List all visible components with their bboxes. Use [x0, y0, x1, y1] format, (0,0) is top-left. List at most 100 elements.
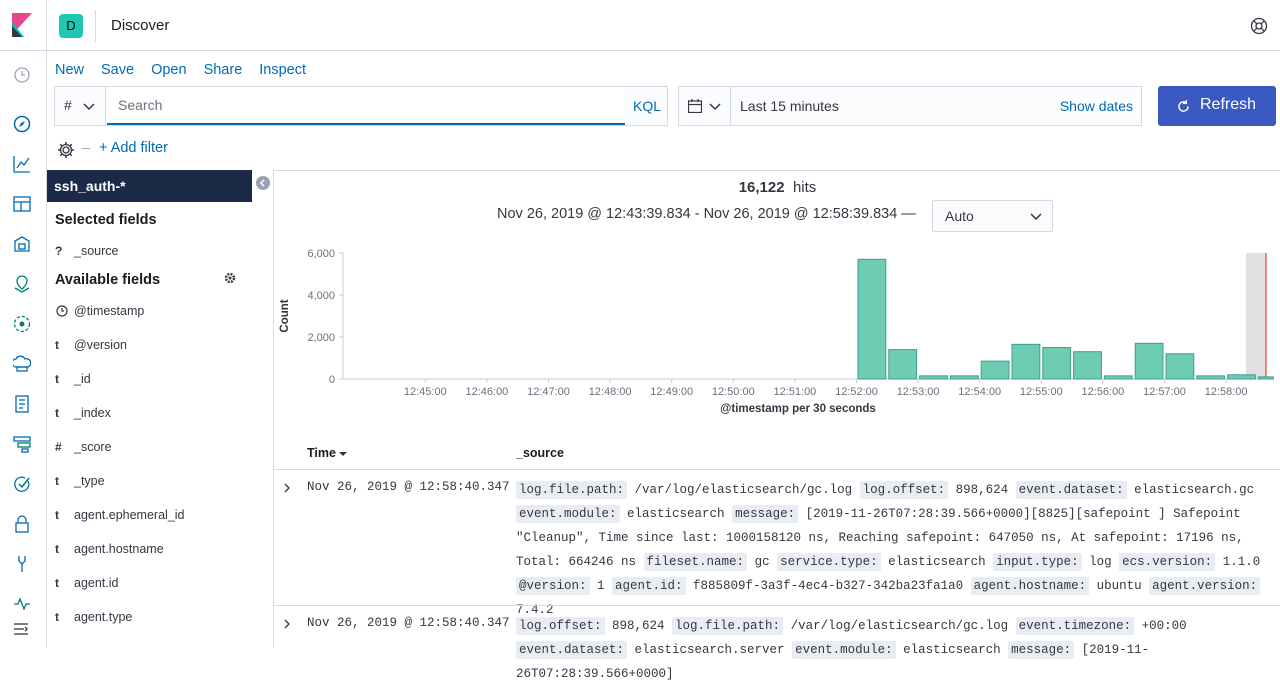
source-field-key: event.dataset:	[1015, 481, 1127, 499]
doc-table-row: Nov 26, 2019 @ 12:58:40.347 log.file.pat…	[274, 469, 1280, 617]
field-name: @version	[74, 338, 127, 352]
space-avatar[interactable]: D	[59, 14, 83, 38]
side-navigation	[0, 51, 47, 648]
menu-open[interactable]: Open	[151, 62, 186, 78]
apm-icon[interactable]	[13, 435, 31, 453]
doc-source: log.offset: 898,624 log.file.path: /var/…	[516, 614, 1268, 686]
field-row[interactable]: t agent.id	[55, 575, 255, 595]
source-field-key: agent.id:	[612, 577, 686, 595]
index-pattern-selector[interactable]: ssh_auth-*	[47, 170, 252, 202]
source-field-key: event.dataset:	[516, 641, 628, 659]
hash-icon: #	[64, 97, 72, 113]
field-row[interactable]: t @version	[55, 337, 255, 357]
field-name: _source	[74, 244, 119, 258]
field-name: _id	[74, 372, 91, 386]
maps-icon[interactable]	[13, 275, 31, 293]
source-field-value: f885809f-3a3f-4ec4-b327-342ba23fa1a0	[685, 579, 971, 593]
doc-source: log.file.path: /var/log/elasticsearch/gc…	[516, 478, 1268, 622]
uptime-icon[interactable]	[13, 475, 31, 493]
add-filter-button[interactable]: + Add filter	[99, 140, 168, 156]
source-field-value: 898,624	[604, 619, 673, 633]
x-tick-label: 12:48:00	[589, 386, 632, 398]
infrastructure-icon[interactable]	[13, 355, 31, 373]
time-header-label: Time	[307, 446, 336, 460]
filter-settings-gear-icon[interactable]	[57, 141, 75, 159]
menu-inspect[interactable]: Inspect	[259, 62, 306, 78]
time-column-header[interactable]: Time	[307, 446, 348, 460]
menu-new[interactable]: New	[55, 62, 84, 78]
source-field-key: log.offset:	[859, 481, 949, 499]
field-name: agent.id	[74, 576, 119, 590]
y-tick-label: 0	[329, 374, 335, 386]
source-field-value: elasticsearch	[619, 507, 733, 521]
x-tick-label: 12:54:00	[958, 386, 1001, 398]
dashboard-icon[interactable]	[13, 195, 31, 213]
header-divider	[46, 0, 47, 51]
quick-select-button[interactable]	[679, 87, 731, 125]
monitoring-icon[interactable]	[13, 595, 31, 613]
source-field-key: event.module:	[792, 641, 896, 659]
filter-divider	[82, 148, 90, 149]
source-field-value: elasticsearch.server	[627, 643, 793, 657]
field-row[interactable]: ? _source	[55, 243, 255, 263]
field-row[interactable]: @timestamp	[55, 303, 255, 323]
source-field-value: +00:00	[1134, 619, 1187, 633]
field-type-string: t	[55, 508, 59, 522]
field-row[interactable]: t _id	[55, 371, 255, 391]
doc-time: Nov 26, 2019 @ 12:58:40.347	[307, 616, 510, 630]
source-field-value: 898,624	[948, 483, 1016, 497]
histogram-bar	[1103, 375, 1133, 380]
histogram-bar	[1134, 342, 1164, 380]
histogram-bar	[1227, 374, 1256, 380]
x-tick-label: 12:49:00	[650, 386, 693, 398]
saved-query-button[interactable]: #	[55, 87, 106, 125]
out-of-range-shade	[1246, 253, 1266, 379]
source-field-key: @version:	[516, 577, 590, 595]
ml-icon[interactable]	[13, 315, 31, 333]
header-divider	[95, 10, 96, 42]
refresh-icon	[1178, 100, 1189, 112]
field-filter-gear-icon[interactable]	[224, 272, 236, 284]
doc-table-row: Nov 26, 2019 @ 12:58:40.347 log.offset: …	[274, 605, 1280, 681]
refresh-button[interactable]: Refresh	[1158, 86, 1276, 126]
time-range-label: Nov 26, 2019 @ 12:43:39.834 - Nov 26, 20…	[497, 206, 916, 222]
refresh-label: Refresh	[1200, 96, 1257, 113]
field-row[interactable]: t _index	[55, 405, 255, 425]
calendar-icon	[688, 99, 702, 113]
discover-compass-icon[interactable]	[13, 115, 31, 133]
kql-toggle[interactable]: KQL	[633, 98, 661, 114]
x-tick-label: 12:57:00	[1143, 386, 1186, 398]
source-field-key: ecs.version:	[1119, 553, 1216, 571]
interval-select[interactable]: Auto	[932, 200, 1053, 232]
field-row[interactable]: t _type	[55, 473, 255, 493]
field-row[interactable]: t agent.hostname	[55, 541, 255, 561]
chevron-down-icon	[83, 103, 95, 111]
kibana-logo[interactable]	[12, 13, 32, 37]
visualize-icon[interactable]	[13, 155, 31, 173]
source-field-key: agent.hostname:	[970, 577, 1090, 595]
search-field	[107, 87, 625, 125]
expand-row-chevron-icon[interactable]	[283, 618, 291, 630]
expand-row-chevron-icon[interactable]	[283, 482, 291, 494]
show-dates-link[interactable]: Show dates	[1060, 98, 1133, 114]
field-row[interactable]: t agent.type	[55, 609, 255, 629]
field-row[interactable]: # _score	[55, 439, 255, 459]
field-row[interactable]: t agent.ephemeral_id	[55, 507, 255, 527]
source-field-value: elasticsearch	[895, 643, 1009, 657]
x-tick-label: 12:45:00	[404, 386, 447, 398]
search-input[interactable]	[107, 87, 625, 123]
canvas-icon[interactable]	[13, 235, 31, 253]
source-field-key: message:	[732, 505, 799, 523]
dev-tools-icon[interactable]	[13, 555, 31, 573]
menu-save[interactable]: Save	[101, 62, 134, 78]
recent-clock-icon[interactable]	[13, 66, 31, 84]
date-range-display[interactable]: Last 15 minutes	[740, 98, 839, 114]
collapse-sidebar-button[interactable]	[256, 176, 270, 190]
collapse-nav-icon[interactable]	[14, 622, 30, 636]
breadcrumb-title: Discover	[111, 17, 170, 34]
menu-share[interactable]: Share	[204, 62, 243, 78]
histogram-chart[interactable]: 0 2,000 4,000 6,000 12:45:00 12:46:00 12:47:00…	[274, 241, 1274, 421]
siem-lock-icon[interactable]	[13, 515, 31, 533]
logs-icon[interactable]	[13, 395, 31, 413]
help-icon[interactable]	[1250, 17, 1268, 35]
